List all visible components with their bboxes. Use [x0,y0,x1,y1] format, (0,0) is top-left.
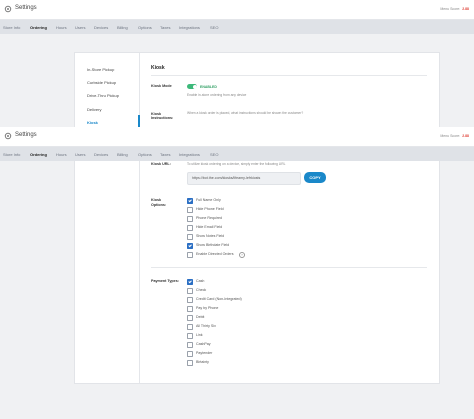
checkbox[interactable] [187,288,193,294]
checkbox[interactable] [187,351,193,357]
tab-billing[interactable]: Billing [117,25,128,30]
sidebar-item-kiosk[interactable]: Kiosk [87,120,98,125]
gear-icon [4,132,12,140]
section-divider [151,267,427,268]
page-title-second: Settings [15,132,37,138]
checkbox[interactable] [187,234,193,240]
tab-devices[interactable]: Devices [94,25,108,30]
tab-bar: Store Info Ordering Hours Users Devices … [0,20,474,34]
tab-users[interactable]: Users [75,152,85,157]
kiosk-options-label: Kiosk Options: [151,198,167,207]
checkbox[interactable] [187,360,193,366]
tab-users[interactable]: Users [75,25,85,30]
checkbox[interactable] [187,198,193,204]
tab-seo[interactable]: SEO [210,152,218,157]
tab-ordering[interactable]: Ordering [30,152,47,157]
settings-panel-bottom: Kiosk URL: To utilize kiosk ordering on … [74,161,440,384]
kiosk-instructions-help: When a kiosk order is placed, what instr… [187,111,304,115]
tab-devices[interactable]: Devices [94,152,108,157]
checkbox[interactable] [187,243,193,249]
sidebar-item-in-store-pickup[interactable]: In-Store Pickup [87,67,114,72]
tab-store-info[interactable]: Store Info [3,152,20,157]
copy-url-button[interactable]: COPY [304,172,326,183]
gear-icon [4,5,12,13]
info-icon[interactable]: ? [239,251,245,258]
kiosk-url-help: To utilize kiosk ordering on a device, s… [187,162,286,166]
sidebar-item-drive-thru-pickup[interactable]: Drive-Thru Pickup [87,93,119,98]
kiosk-mode-help: Enable in-store ordering from any device [187,93,247,97]
tab-hours[interactable]: Hours [56,152,67,157]
tab-bar-second: Store Info Ordering Hours Users Devices … [0,147,474,161]
checkbox[interactable] [187,216,193,222]
checkbox[interactable] [187,306,193,312]
tab-integrations[interactable]: Integrations [179,25,200,30]
kiosk-instructions-label: Kiosk Instructions: [151,112,174,120]
checkbox[interactable] [187,342,193,348]
top-header: Settings Menu Score: 2.88 [0,0,474,20]
tab-store-info[interactable]: Store Info [3,25,20,30]
page-title: Settings [15,5,37,11]
tab-hours[interactable]: Hours [56,25,67,30]
checkbox[interactable] [187,252,193,258]
tab-ordering[interactable]: Ordering [30,25,47,30]
tab-billing[interactable]: Billing [117,152,128,157]
tab-integrations[interactable]: Integrations [179,152,200,157]
second-header: Settings Menu Score: 2.88 [0,127,474,147]
checkbox[interactable] [187,315,193,321]
menu-score-second: Menu Score: 2.88 [440,134,469,138]
settings-panel-top: In-Store Pickup Curbside Pickup Drive-Th… [74,52,440,128]
kiosk-mode-label: Kiosk Mode [151,84,172,88]
sidenav-divider [139,161,140,383]
checkbox[interactable] [187,333,193,339]
section-heading: Kiosk [151,65,165,71]
tab-options[interactable]: Options [138,25,152,30]
payment-types-label: Payment Types: [151,279,180,283]
kiosk-url-label: Kiosk URL: [151,162,171,166]
sidebar-item-curbside-pickup[interactable]: Curbside Pickup [87,80,116,85]
checkbox[interactable] [187,279,193,285]
menu-score: Menu Score: 2.88 [440,7,469,11]
checkbox[interactable] [187,324,193,330]
tab-options[interactable]: Options [138,152,152,157]
sidebar-item-delivery[interactable]: Delivery [87,107,101,112]
checkbox[interactable] [187,225,193,231]
kiosk-mode-status: ENABLED [200,84,217,89]
tab-seo[interactable]: SEO [210,25,218,30]
checkbox[interactable] [187,297,193,303]
kiosk-mode-toggle[interactable] [187,84,197,89]
tab-taxes[interactable]: Taxes [160,25,170,30]
heading-divider [151,75,427,76]
kiosk-url-field[interactable]: https://bot.the.com/kiosks/lifeamy-lefrk… [187,172,301,185]
checkbox[interactable] [187,207,193,213]
tab-taxes[interactable]: Taxes [160,152,170,157]
